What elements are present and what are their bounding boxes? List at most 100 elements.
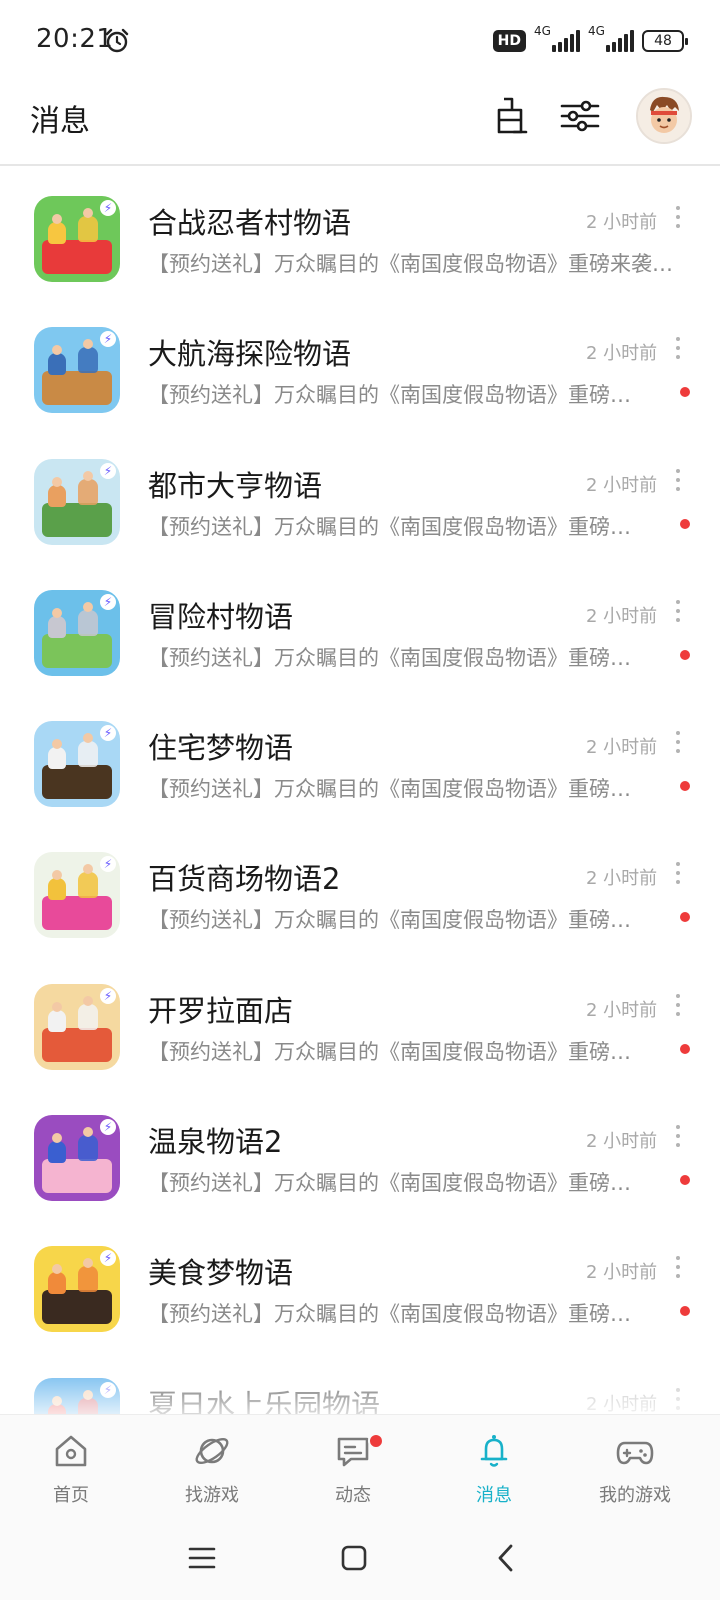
more-options-button[interactable]: [672, 1387, 684, 1412]
page-title: 消息: [30, 104, 90, 139]
settings-button[interactable]: [554, 90, 606, 142]
lightning-icon: ⚡: [100, 1381, 116, 1398]
lightning-icon: ⚡: [100, 856, 116, 873]
unread-indicator: [680, 781, 690, 792]
more-options-button[interactable]: [672, 993, 684, 1018]
unread-indicator: [680, 649, 690, 660]
more-options-button[interactable]: [672, 1256, 684, 1280]
message-preview: 【预约送礼】万众瞩目的《南国度假岛物语》重磅…: [148, 1171, 631, 1196]
unread-indicator: [680, 387, 690, 398]
lightning-icon: ⚡: [100, 593, 116, 610]
message-preview: 【预约送礼】万众瞩目的《南国度假岛物语》重磅…: [148, 645, 631, 670]
message-item[interactable]: ⚡ 美食梦物语 2 小时前 【预约送礼】万众瞩目的《南国度假岛物语》重磅…: [0, 1216, 720, 1347]
nav-label: 消息: [476, 1485, 512, 1506]
message-preview: 【预约送礼】万众瞩目的《南国度假岛物语》重磅来袭…: [148, 252, 673, 276]
nav-label: 找游戏: [185, 1485, 239, 1506]
app-name: 夏日水上乐园物语: [148, 1387, 381, 1414]
clear-all-button[interactable]: [484, 90, 536, 142]
message-item[interactable]: ⚡ 住宅梦物语 2 小时前【预约送礼】万众瞩目的《南国度假岛物语》重磅…: [0, 691, 720, 822]
gamepad-icon: [615, 1431, 655, 1471]
app-name: 住宅梦物语: [148, 731, 294, 766]
nav-tab-4[interactable]: 我的游戏: [570, 1415, 700, 1523]
more-options-button[interactable]: [672, 206, 684, 230]
message-item[interactable]: ⚡ 大航海探险物语 2 小时前 【预约送礼】万众瞩目的《南国度假岛物语》重磅…: [0, 297, 720, 428]
system-navigation-bar: [0, 1522, 720, 1600]
app-icon[interactable]: ⚡: [34, 852, 120, 939]
message-time: 2 小时前: [586, 737, 658, 759]
signal-icon: 4G: [534, 24, 580, 54]
more-options-button[interactable]: [672, 599, 684, 624]
user-avatar[interactable]: [636, 88, 692, 144]
message-time: 2 小时前: [586, 868, 658, 890]
hd-badge: HD: [492, 30, 526, 52]
message-time: 2 小时前: [586, 999, 658, 1021]
recent-apps-button[interactable]: [182, 1538, 222, 1578]
message-item[interactable]: ⚡ 夏日水上乐园物语 2 小时前: [0, 1348, 720, 1414]
message-time: 2 小时前: [586, 1262, 658, 1284]
message-item[interactable]: ⚡ 合战忍者村物语 2 小时前【预约送礼】万众瞩目的《南国度假岛物语》重磅来袭…: [0, 166, 720, 297]
chevron-left-icon: [498, 1544, 513, 1572]
app-name: 合战忍者村物语: [148, 206, 352, 240]
message-time: 2 小时前: [586, 474, 658, 496]
message-item[interactable]: ⚡ 都市大亨物语 2 小时前 【预约送礼】万众瞩目的《南国度假岛物语》重磅…: [0, 429, 720, 560]
bottom-navigation: 首页 找游戏 动态 消息 我的游戏: [0, 1414, 720, 1523]
more-options-button[interactable]: [672, 1125, 684, 1149]
nav-tab-0[interactable]: 首页: [6, 1415, 136, 1523]
planet-icon: [192, 1431, 232, 1471]
app-name: 冒险村物语: [148, 599, 294, 634]
unread-indicator: [680, 518, 690, 529]
lightning-icon: ⚡: [100, 987, 116, 1004]
status-indicators: HD 4G 4G 48: [492, 24, 688, 56]
message-time: 2 小时前: [586, 1131, 658, 1153]
lightning-icon: ⚡: [100, 462, 116, 479]
lightning-icon: ⚡: [100, 200, 116, 216]
unread-indicator: [680, 1306, 690, 1317]
message-time: 2 小时前: [586, 212, 658, 233]
app-name: 大航海探险物语: [148, 337, 352, 372]
bell-icon: [474, 1431, 514, 1471]
message-item[interactable]: ⚡ 温泉物语2 2 小时前 【预约送礼】万众瞩目的《南国度假岛物语》重磅…: [0, 1085, 720, 1216]
back-button[interactable]: [486, 1538, 526, 1578]
signal-label: 4G: [588, 24, 605, 38]
nav-label: 动态: [335, 1485, 371, 1506]
app-icon[interactable]: ⚡: [34, 1115, 120, 1202]
broom-icon: [497, 97, 528, 134]
lightning-icon: ⚡: [100, 1250, 116, 1267]
nav-tab-1[interactable]: 找游戏: [147, 1415, 277, 1523]
app-icon[interactable]: ⚡: [34, 458, 120, 545]
app-icon[interactable]: ⚡: [34, 196, 120, 282]
app-icon[interactable]: ⚡: [34, 1246, 120, 1333]
message-preview: 【预约送礼】万众瞩目的《南国度假岛物语》重磅…: [148, 383, 631, 408]
app-name: 百货商场物语2: [148, 862, 341, 897]
message-preview: 【预约送礼】万众瞩目的《南国度假岛物语》重磅…: [148, 777, 631, 802]
app-icon[interactable]: ⚡: [34, 1377, 120, 1414]
avatar-image: [638, 90, 690, 142]
message-time: 2 小时前: [586, 605, 658, 627]
more-options-button[interactable]: [672, 337, 684, 361]
nav-tab-3[interactable]: 消息: [429, 1415, 559, 1523]
signal-label: 4G: [534, 24, 551, 38]
unread-indicator: [680, 1043, 690, 1054]
app-icon[interactable]: ⚡: [34, 721, 120, 808]
more-options-button[interactable]: [672, 862, 684, 886]
home-icon: [51, 1431, 91, 1471]
sliders-icon: [560, 100, 600, 132]
app-icon[interactable]: ⚡: [34, 327, 120, 414]
message-item[interactable]: ⚡ 百货商场物语2 2 小时前 【预约送礼】万众瞩目的《南国度假岛物语》重磅…: [0, 822, 720, 953]
more-options-button[interactable]: [672, 731, 684, 755]
app-icon[interactable]: ⚡: [34, 983, 120, 1070]
message-time: 2 小时前: [586, 1393, 658, 1414]
unread-indicator: [680, 912, 690, 923]
message-list[interactable]: ⚡ 合战忍者村物语 2 小时前 【预约送礼】万众瞩目的《南国度假岛物语》重磅来袭… ⚡ 大…: [0, 166, 720, 1414]
message-item[interactable]: ⚡ 冒险村物语 2 小时前【预约送礼】万众瞩目的《南国度假岛物语》重磅…: [0, 560, 720, 691]
chat-icon: [333, 1431, 373, 1471]
message-preview: 【预约送礼】万众瞩目的《南国度假岛物语》重磅…: [148, 514, 631, 539]
nav-tab-2[interactable]: 动态: [288, 1415, 418, 1523]
nav-label: 首页: [53, 1485, 89, 1506]
message-item[interactable]: ⚡ 开罗拉面店 2 小时前 【预约送礼】万众瞩目的《南国度假岛物语》重磅…: [0, 954, 720, 1085]
app-icon[interactable]: ⚡: [34, 589, 120, 676]
status-bar: 20:21 HD 4G 4G 48: [0, 0, 720, 84]
more-options-button[interactable]: [672, 468, 684, 493]
home-button[interactable]: [334, 1538, 374, 1578]
notification-badge: [368, 1433, 384, 1449]
